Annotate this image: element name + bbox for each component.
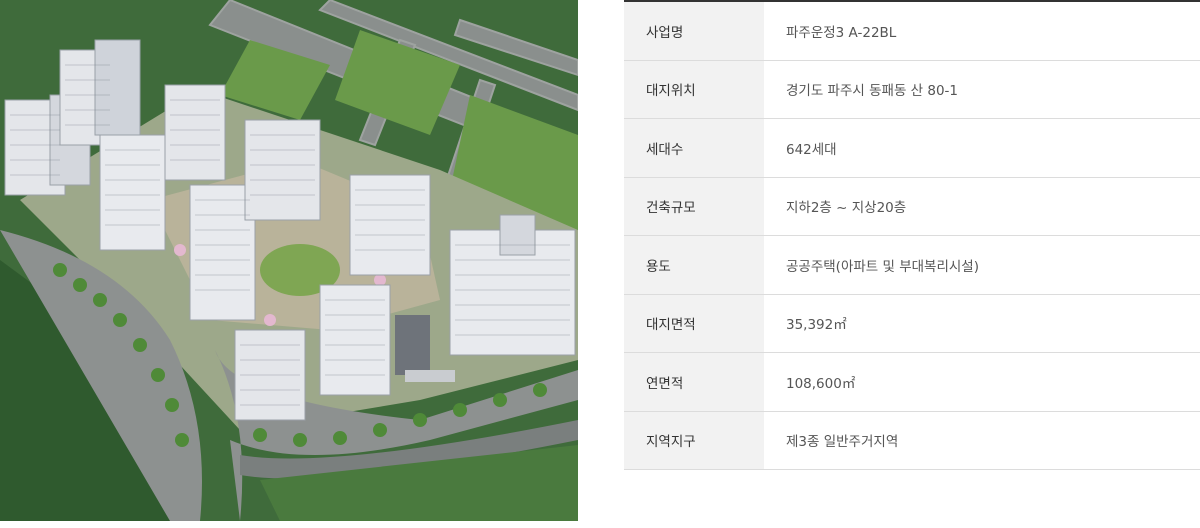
row-label-project-name: 사업명 (624, 2, 764, 60)
row-value-zoning: 제3종 일반주거지역 (786, 434, 899, 451)
row-value-site-area: 35,392㎡ (786, 317, 847, 334)
row-value-site-location: 경기도 파주시 동패동 산 80-1 (786, 83, 959, 100)
complex-aerial-rendering (0, 0, 578, 521)
row-label-usage: 용도 (624, 236, 764, 294)
table-row: 대지면적 35,392㎡ (624, 294, 1200, 353)
row-label-zoning: 지역지구 (624, 411, 764, 469)
table-row: 용도 공공주택(아파트 및 부대복리시설) (624, 236, 1200, 295)
row-value-usage: 공공주택(아파트 및 부대복리시설) (786, 258, 979, 275)
project-info-table: 사업명 파주운정3 A-22BL 대지위치 경기도 파주시 동패동 산 80-1… (624, 0, 1200, 470)
row-value-building-scale: 지하2층 ~ 지상20층 (786, 200, 907, 217)
table-row: 건축규모 지하2층 ~ 지상20층 (624, 177, 1200, 236)
row-label-households: 세대수 (624, 119, 764, 177)
row-value-households: 642세대 (786, 141, 837, 158)
row-value-project-name: 파주운정3 A-22BL (786, 24, 897, 41)
row-label-site-location: 대지위치 (624, 60, 764, 118)
row-label-floor-area: 연면적 (624, 353, 764, 411)
row-label-site-area: 대지면적 (624, 294, 764, 352)
table-row: 지역지구 제3종 일반주거지역 (624, 411, 1200, 470)
row-label-building-scale: 건축규모 (624, 177, 764, 235)
table-row: 세대수 642세대 (624, 119, 1200, 178)
table-row: 대지위치 경기도 파주시 동패동 산 80-1 (624, 60, 1200, 119)
table-row: 사업명 파주운정3 A-22BL (624, 2, 1200, 61)
table-row: 연면적 108,600㎡ (624, 353, 1200, 412)
row-value-floor-area: 108,600㎡ (786, 375, 856, 392)
aerial-illustration (0, 0, 578, 521)
